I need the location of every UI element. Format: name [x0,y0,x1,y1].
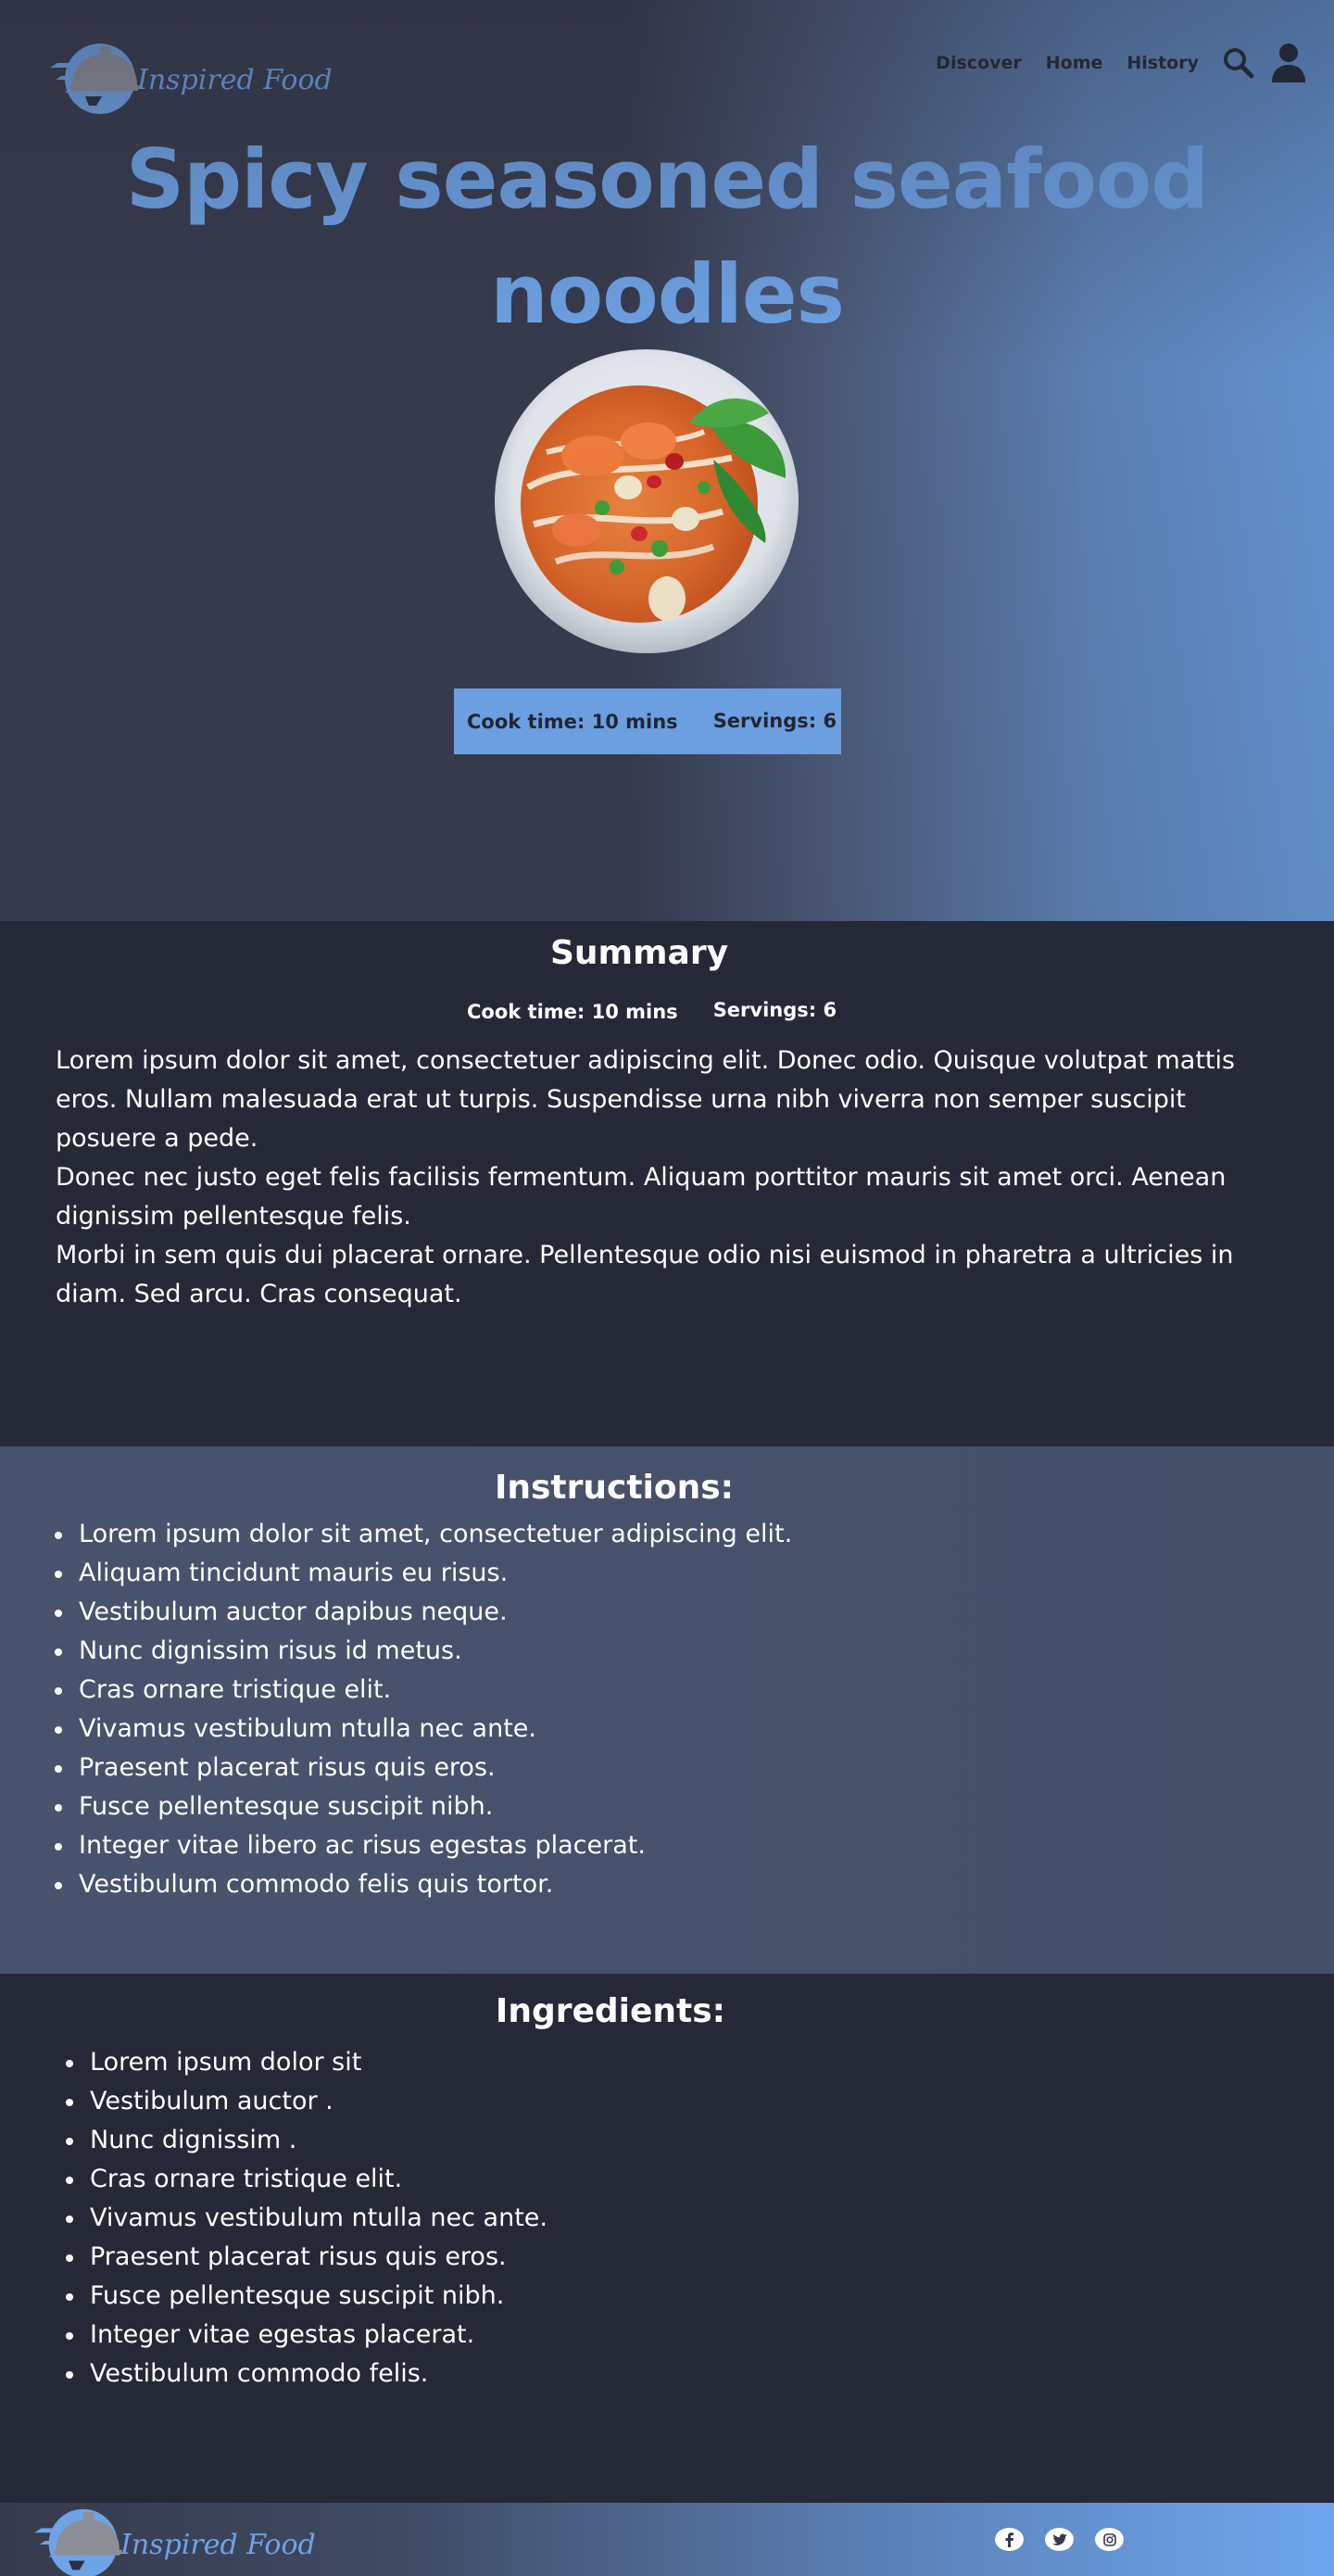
recipe-title: Spicy seasoned seafood noodles [111,122,1223,352]
instruction-item: Vestibulum auctor dapibus neque. [55,1593,792,1632]
cloche-logo-icon [24,2503,124,2576]
hero-section: Inspired Food Discover Home History Spic… [0,0,1334,921]
instruction-item: Fusce pellentesque suscipit nibh. [55,1787,792,1826]
instructions-heading: Instructions: [494,1469,735,1507]
ingredient-item: Vestibulum auctor . [66,2082,547,2121]
ingredient-item: Vivamus vestibulum ntulla nec ante. [66,2199,547,2238]
ingredient-item: Nunc dignissim . [66,2121,547,2160]
recipe-title-line-2: noodles [490,246,845,342]
twitter-icon[interactable] [1045,2528,1074,2551]
footer-brand-name: Inspired Food [120,2528,316,2561]
nav-link-history[interactable]: History [1126,53,1199,73]
ingredient-item: Praesent placerat risus quis eros. [66,2238,547,2277]
instruction-item: Aliquam tincidunt mauris eu risus. [55,1554,792,1593]
summary-cook-time: Cook time: 10 mins [467,1001,678,1023]
summary-text: Lorem ipsum dolor sit amet, consectetuer… [56,1042,1288,1314]
instruction-item: Lorem ipsum dolor sit amet, consectetuer… [55,1515,792,1554]
brand-logo[interactable]: Inspired Food [41,37,333,119]
ingredient-item: Fusce pellentesque suscipit nibh. [66,2277,547,2316]
recipe-title-line-1: Spicy seasoned seafood [125,132,1210,227]
instructions-section: Instructions: Lorem ipsum dolor sit amet… [0,1446,1334,1974]
instructions-list: Lorem ipsum dolor sit amet, consectetuer… [55,1515,792,1904]
search-icon[interactable] [1223,47,1254,79]
instruction-item: Nunc dignissim risus id metus. [55,1632,792,1671]
instruction-item: Praesent placerat risus quis eros. [55,1749,792,1787]
cloche-logo-icon [41,37,141,119]
nav-link-discover[interactable]: Discover [936,53,1022,73]
servings: Servings: 6 [712,709,837,732]
ingredient-item: Cras ornare tristique elit. [66,2160,547,2199]
summary-paragraph: Lorem ipsum dolor sit amet, consectetuer… [56,1046,1236,1153]
ingredient-item: Vestibulum commodo felis. [66,2355,547,2393]
summary-paragraph: Donec nec justo eget felis facilisis fer… [56,1163,1227,1231]
brand-name: Inspired Food [137,63,333,96]
instagram-icon[interactable] [1095,2528,1124,2551]
ingredients-section: Ingredients: Lorem ipsum dolor sit Vesti… [0,1974,1334,2503]
ingredients-list: Lorem ipsum dolor sit Vestibulum auctor … [66,2043,547,2393]
instruction-item: Vestibulum commodo felis quis tortor. [55,1865,792,1904]
summary-paragraph: Morbi in sem quis dui placerat ornare. P… [56,1241,1234,1308]
summary-heading: Summary [549,934,729,972]
recipe-meta-box: Cook time: 10 mins Servings: 6 [454,688,841,754]
instruction-item: Integer vitae libero ac risus egestas pl… [55,1826,792,1865]
cook-time: Cook time: 10 mins [467,710,678,733]
summary-section: Summary Cook time: 10 mins Servings: 6 L… [0,921,1334,1446]
footer-brand-logo[interactable]: Inspired Food [24,2503,316,2576]
dish-image [491,348,802,654]
ingredients-heading: Ingredients: [495,1992,726,2030]
summary-servings: Servings: 6 [712,999,837,1021]
ingredient-item: Lorem ipsum dolor sit [66,2043,547,2082]
nav-link-home[interactable]: Home [1046,53,1103,73]
instruction-item: Cras ornare tristique elit. [55,1671,792,1710]
user-icon[interactable] [1271,43,1306,83]
social-links [995,2528,1124,2551]
summary-meta: Cook time: 10 mins Servings: 6 [467,999,837,1023]
instruction-item: Vivamus vestibulum ntulla nec ante. [55,1710,792,1749]
ingredient-item: Integer vitae egestas placerat. [66,2316,547,2355]
main-nav: Discover Home History [936,43,1306,83]
facebook-icon[interactable] [995,2528,1024,2551]
footer: Inspired Food [0,2503,1334,2576]
